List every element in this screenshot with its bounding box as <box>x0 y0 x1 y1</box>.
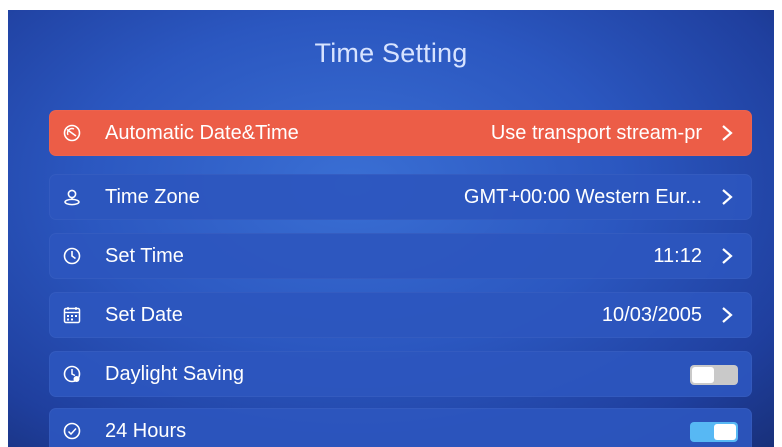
chevron-right-icon <box>716 122 738 144</box>
setting-row-label: Set Date <box>105 304 183 326</box>
auto-time-icon <box>61 122 83 144</box>
toggle-knob <box>692 367 714 383</box>
setting-row-value: Use transport stream-pr <box>490 122 702 144</box>
setting-row-value: 11:12 <box>653 245 702 267</box>
calendar-icon <box>61 304 83 326</box>
page-title: Time Setting <box>314 38 468 68</box>
setting-row-label: Automatic Date&Time <box>105 122 299 144</box>
clock-24-icon <box>61 420 83 442</box>
clock-icon <box>61 245 83 267</box>
daylight-icon <box>61 363 83 385</box>
setting-row-value: GMT+00:00 Western Eur... <box>463 186 702 208</box>
setting-row-daylight-saving[interactable]: Daylight Saving <box>49 351 752 397</box>
setting-row-label: 24 Hours <box>105 420 187 442</box>
toggle-knob <box>714 424 736 440</box>
setting-row-automatic-date-time[interactable]: Automatic Date&Time Use transport stream… <box>49 110 752 156</box>
setting-row-time-zone[interactable]: Time Zone GMT+00:00 Western Eur... <box>49 174 752 220</box>
chevron-right-icon <box>716 186 738 208</box>
setting-row-value: 10/03/2005 <box>601 304 702 326</box>
setting-row-set-time[interactable]: Set Time 11:12 <box>49 233 752 279</box>
chevron-right-icon <box>716 245 738 267</box>
chevron-right-icon <box>716 304 738 326</box>
setting-row-label: Daylight Saving <box>105 363 244 385</box>
24-hours-toggle[interactable] <box>690 422 738 442</box>
setting-row-label: Set Time <box>105 245 184 267</box>
daylight-saving-toggle[interactable] <box>690 365 738 385</box>
location-icon <box>61 186 83 208</box>
setting-row-set-date[interactable]: Set Date 10/03/2005 <box>49 292 752 338</box>
tv-screen: Time Setting Automatic Date&Time Use tra… <box>8 10 774 447</box>
setting-row-label: Time Zone <box>105 186 200 208</box>
setting-row-24-hours[interactable]: 24 Hours <box>49 408 752 447</box>
